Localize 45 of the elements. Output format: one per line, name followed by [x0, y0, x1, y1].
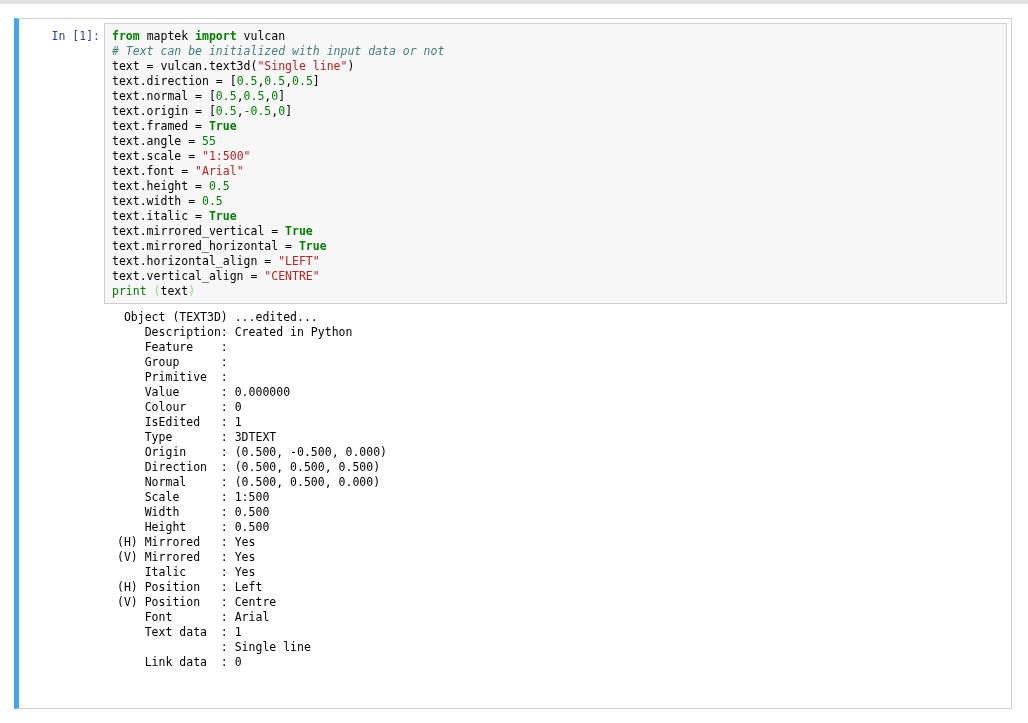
code-line: text.italic = True [112, 209, 237, 224]
output-line: Text data : 1 [143, 625, 242, 640]
code-line: text = vulcan.text3d("Single line") [112, 59, 355, 74]
output-line: Colour : 0 [143, 400, 242, 415]
code-line: text.origin = [0.5,-0.5,0] [112, 104, 293, 119]
code-line: text.mirrored_vertical = True [112, 224, 313, 239]
output-line: Origin : (0.500, -0.500, 0.000) [143, 445, 388, 460]
output-line: Link data : 0 [143, 655, 242, 670]
output-line: Direction : (0.500, 0.500, 0.500) [143, 460, 381, 475]
code-line: text.font = "Arial" [112, 164, 244, 179]
code-line: from maptek import vulcan [112, 29, 286, 44]
code-line: print (text) [112, 284, 196, 299]
output-line: Primitive : [143, 370, 228, 385]
code-editor[interactable] [104, 23, 1007, 304]
code-line: text.angle = 55 [112, 134, 216, 149]
output-line: (H) Position : Left [117, 580, 263, 595]
code-line: text.vertical_align = "CENTRE" [112, 269, 320, 284]
output-line: (H) Mirrored : Yes [117, 535, 256, 550]
output-line: Group : [143, 355, 228, 370]
output-line: IsEdited : 1 [143, 415, 242, 430]
code-line: text.height = 0.5 [112, 179, 230, 194]
output-line: Width : 0.500 [143, 505, 270, 520]
code-line: text.horizontal_align = "LEFT" [112, 254, 320, 269]
code-line: text.scale = "1:500" [112, 149, 251, 164]
output-line: Value : 0.000000 [143, 385, 291, 400]
output-line: Italic : Yes [143, 565, 256, 580]
code-line: text.direction = [0.5,0.5,0.5] [112, 74, 320, 89]
code-line: # Text can be initialized with input data or not [112, 44, 445, 59]
input-prompt: In [1]: [51, 29, 100, 43]
output-line: Normal : (0.500, 0.500, 0.000) [143, 475, 381, 490]
output-line: Feature : [143, 340, 228, 355]
output-line: Type : 3DTEXT [143, 430, 277, 445]
output-line: Font : Arial [143, 610, 270, 625]
output-line: : Single line [219, 640, 311, 655]
notebook-cell[interactable] [14, 18, 1012, 709]
output-line: Description: Created in Python [143, 325, 353, 340]
code-line: text.framed = True [112, 119, 237, 134]
code-line: text.width = 0.5 [112, 194, 223, 209]
output-line: Object (TEXT3D) ...edited... [122, 310, 318, 325]
output-line: Height : 0.500 [143, 520, 270, 535]
output-line: (V) Mirrored : Yes [117, 550, 256, 565]
output-line: Scale : 1:500 [143, 490, 270, 505]
output-line: (V) Position : Centre [117, 595, 277, 610]
code-line: text.mirrored_horizontal = True [112, 239, 327, 254]
code-line: text.normal = [0.5,0.5,0] [112, 89, 286, 104]
